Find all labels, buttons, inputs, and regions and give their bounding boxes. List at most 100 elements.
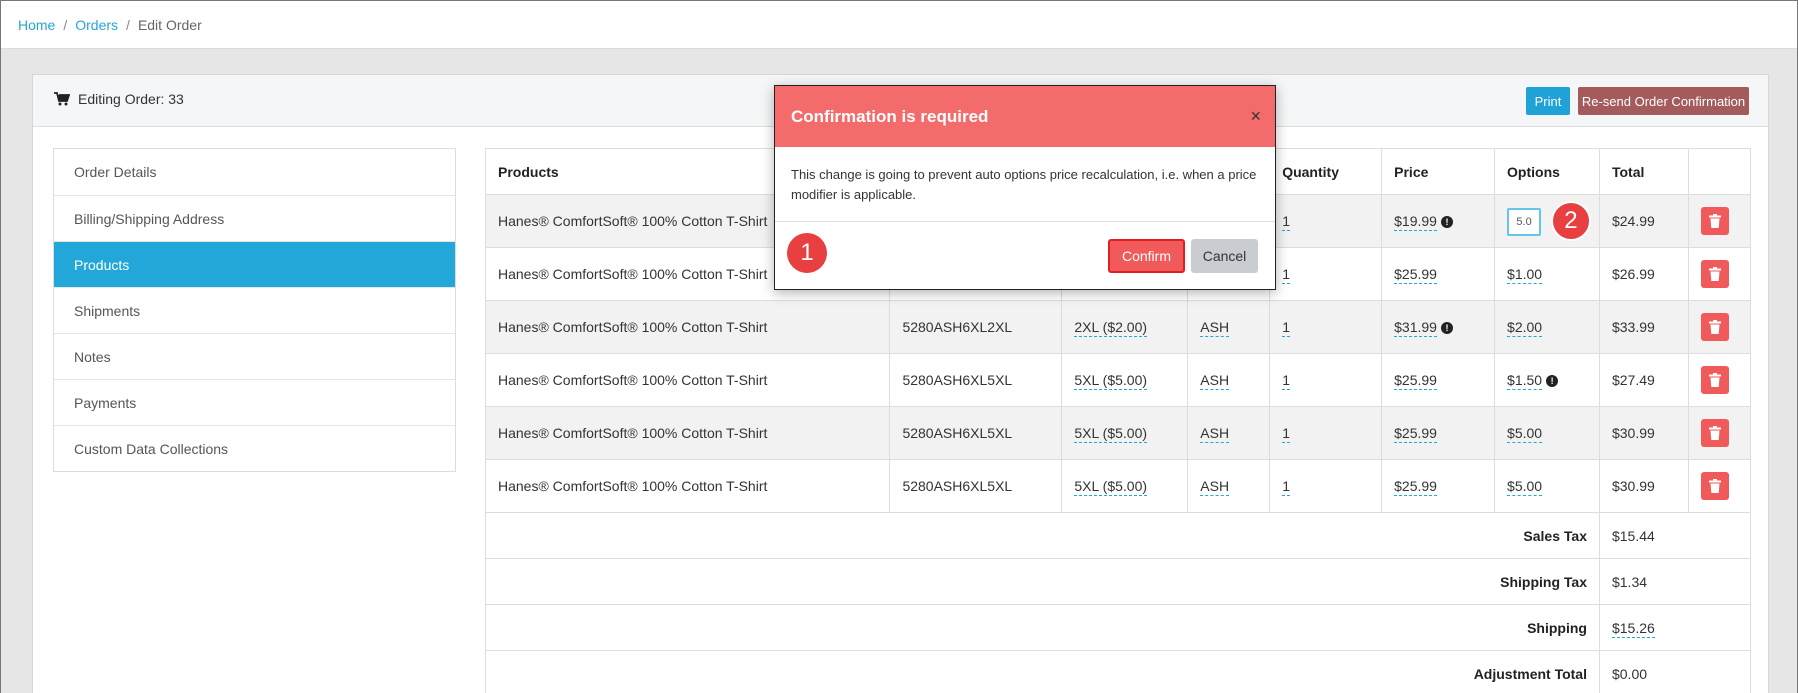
info-icon[interactable]: ! — [1440, 322, 1453, 335]
product-price: $25.99 — [1381, 459, 1496, 513]
order-title: Editing Order: 33 — [54, 91, 184, 107]
color-editable[interactable]: ASH — [1200, 425, 1230, 443]
sidebar-item-notes[interactable]: Notes — [54, 333, 455, 379]
quantity-editable[interactable]: 1 — [1282, 213, 1290, 231]
quantity-editable[interactable]: 1 — [1282, 372, 1290, 390]
breadcrumb: Home / Orders / Edit Order — [1, 1, 1797, 49]
quantity-editable[interactable]: 1 — [1282, 478, 1290, 496]
quantity-editable[interactable]: 1 — [1282, 425, 1290, 443]
product-actions — [1687, 194, 1752, 248]
step-1-badge: 1 — [787, 233, 827, 273]
product-size: 5XL ($5.00) — [1061, 406, 1189, 460]
quantity-editable[interactable]: 1 — [1282, 319, 1290, 337]
print-button[interactable]: Print — [1526, 87, 1570, 115]
product-price: $31.99! — [1381, 300, 1496, 354]
options-editable[interactable]: $1.00 — [1507, 266, 1543, 284]
table-row: Hanes® ComfortSoft® 100% Cotton T-Shirt … — [484, 459, 1752, 513]
color-editable[interactable]: ASH — [1200, 372, 1230, 390]
product-total: $27.49 — [1598, 353, 1689, 407]
summary-label: Adjustment Total — [485, 650, 1600, 693]
product-sku: 5280ASH6XL5XL — [889, 406, 1063, 460]
delete-row-button[interactable] — [1700, 313, 1729, 341]
product-name: Hanes® ComfortSoft® 100% Cotton T-Shirt — [484, 406, 891, 460]
product-price: $19.99! — [1381, 194, 1496, 248]
breadcrumb-separator: / — [126, 16, 130, 33]
sidebar-item-billing-shipping[interactable]: Billing/Shipping Address — [54, 195, 455, 241]
product-sku: 5280ASH6XL5XL — [889, 353, 1063, 407]
product-total: $33.99 — [1598, 300, 1689, 354]
delete-row-button[interactable] — [1700, 366, 1729, 394]
sidebar-item-shipments[interactable]: Shipments — [54, 287, 455, 333]
summary-label: Shipping — [485, 604, 1600, 651]
header-total: Total — [1598, 148, 1689, 195]
sidebar-item-order-details[interactable]: Order Details — [54, 149, 455, 195]
confirmation-modal: Confirmation is required × This change i… — [774, 85, 1276, 290]
quantity-editable[interactable]: 1 — [1282, 266, 1290, 284]
delete-row-button[interactable] — [1700, 472, 1729, 500]
color-editable[interactable]: ASH — [1200, 319, 1230, 337]
modal-message: This change is going to prevent auto opt… — [775, 147, 1275, 222]
trash-icon — [1708, 373, 1721, 387]
product-actions — [1687, 459, 1752, 513]
size-editable[interactable]: 5XL ($5.00) — [1074, 478, 1148, 496]
product-color: ASH — [1187, 300, 1271, 354]
header-options: Options — [1494, 148, 1600, 195]
color-editable[interactable]: ASH — [1200, 478, 1230, 496]
product-quantity: 1 — [1269, 353, 1383, 407]
cancel-button[interactable]: Cancel — [1191, 239, 1258, 273]
product-price: $25.99 — [1381, 353, 1496, 407]
options-editable[interactable]: $1.50 — [1507, 372, 1543, 390]
size-editable[interactable]: 5XL ($5.00) — [1074, 425, 1148, 443]
shipping-editable[interactable]: $15.26 — [1611, 619, 1655, 638]
product-total: $30.99 — [1598, 406, 1689, 460]
sidebar-item-payments[interactable]: Payments — [54, 379, 455, 425]
trash-icon — [1708, 479, 1721, 493]
product-options: $1.00 — [1494, 247, 1600, 301]
product-options: $5.00 — [1494, 406, 1600, 460]
breadcrumb-home-link[interactable]: Home — [18, 17, 55, 33]
delete-row-button[interactable] — [1700, 419, 1729, 447]
price-editable[interactable]: $19.99 — [1394, 213, 1437, 231]
product-total: $24.99 — [1598, 194, 1689, 248]
product-sku: 5280ASH6XL2XL — [889, 300, 1063, 354]
product-actions — [1687, 353, 1752, 407]
product-actions — [1687, 247, 1752, 301]
header-actions — [1687, 148, 1752, 195]
price-editable[interactable]: $31.99 — [1394, 319, 1437, 337]
confirm-button[interactable]: Confirm — [1108, 239, 1185, 273]
summary-row-adjustment: Adjustment Total $0.00 — [485, 650, 1752, 693]
trash-icon — [1708, 426, 1721, 440]
product-total: $26.99 — [1598, 247, 1689, 301]
info-icon[interactable]: ! — [1546, 375, 1559, 388]
options-editable[interactable]: $5.00 — [1507, 425, 1543, 443]
resend-confirmation-button[interactable]: Re-send Order Confirmation — [1578, 87, 1749, 115]
info-icon[interactable]: ! — [1440, 216, 1453, 229]
options-editable[interactable]: $5.00 — [1507, 478, 1543, 496]
options-editable[interactable]: $2.00 — [1507, 319, 1543, 337]
price-editable[interactable]: $25.99 — [1394, 478, 1437, 496]
product-size: 2XL ($2.00) — [1061, 300, 1189, 354]
size-editable[interactable]: 2XL ($2.00) — [1074, 319, 1148, 337]
size-editable[interactable]: 5XL ($5.00) — [1074, 372, 1148, 390]
breadcrumb-orders-link[interactable]: Orders — [75, 17, 118, 33]
delete-row-button[interactable] — [1700, 260, 1729, 288]
price-editable[interactable]: $25.99 — [1394, 425, 1437, 443]
product-sku: 5280ASH6XL5XL — [889, 459, 1063, 513]
sidebar-item-products[interactable]: Products — [54, 241, 455, 287]
product-size: 5XL ($5.00) — [1061, 353, 1189, 407]
product-price: $25.99 — [1381, 406, 1496, 460]
shopping-cart-icon — [54, 92, 70, 106]
sidebar-item-custom-data[interactable]: Custom Data Collections — [54, 425, 455, 471]
price-editable[interactable]: $25.99 — [1394, 266, 1437, 284]
summary-row-shipping: Shipping $15.26 — [485, 604, 1752, 651]
delete-row-button[interactable] — [1700, 207, 1729, 235]
product-size: 5XL ($5.00) — [1061, 459, 1189, 513]
table-row: Hanes® ComfortSoft® 100% Cotton T-Shirt … — [484, 406, 1752, 460]
summary-value: $1.34 — [1598, 558, 1752, 605]
close-icon[interactable]: × — [1250, 106, 1261, 127]
options-price-input[interactable] — [1507, 207, 1542, 236]
summary-value: $15.44 — [1598, 512, 1752, 559]
product-price: $25.99 — [1381, 247, 1496, 301]
price-editable[interactable]: $25.99 — [1394, 372, 1437, 390]
product-actions — [1687, 406, 1752, 460]
